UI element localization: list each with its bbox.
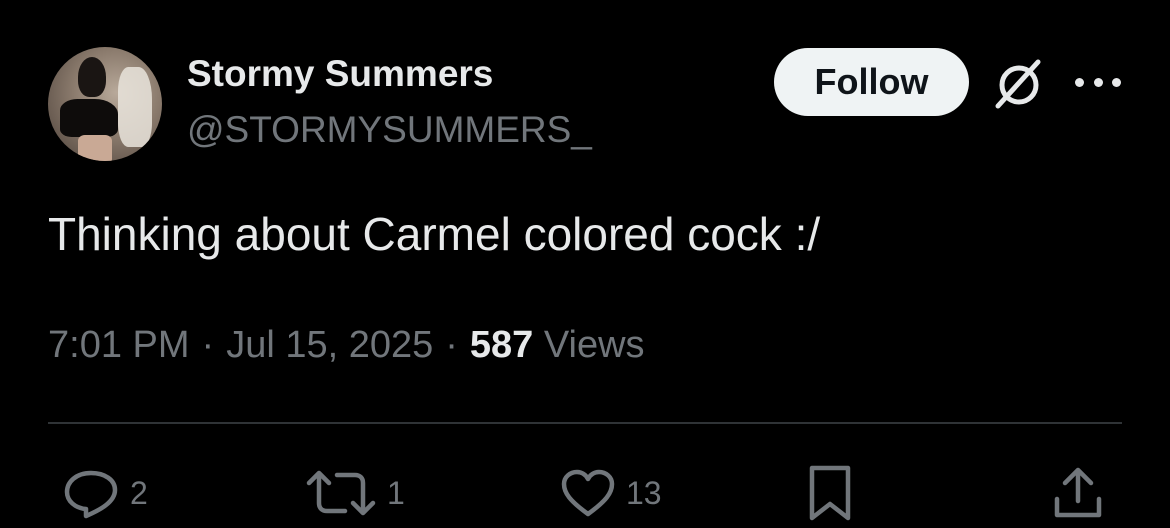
grok-icon[interactable] [990, 56, 1048, 110]
like-icon [561, 469, 615, 517]
avatar-figure-body [60, 99, 118, 137]
bookmark-button[interactable] [806, 462, 854, 524]
views-label[interactable]: Views [544, 324, 645, 366]
like-count: 13 [626, 474, 662, 511]
bookmark-icon [809, 465, 851, 521]
repost-count: 1 [387, 474, 405, 511]
dot [1075, 77, 1084, 87]
reply-button[interactable]: 2 [62, 462, 148, 524]
like-button[interactable]: 13 [560, 462, 662, 524]
follow-button[interactable]: Follow [774, 48, 969, 116]
avatar[interactable] [48, 47, 162, 161]
author-display-name[interactable]: Stormy Summers [187, 52, 493, 96]
repost-icon [306, 470, 376, 516]
share-icon [1054, 467, 1102, 518]
more-dots-icon[interactable] [1075, 62, 1121, 102]
views-count[interactable]: 587 [470, 324, 533, 366]
tweet-meta: 7:01 PM · Jul 15, 2025 · 587 Views [48, 322, 645, 368]
avatar-background-detail [118, 67, 152, 147]
dot [1093, 77, 1103, 87]
dot [1112, 77, 1121, 87]
author-handle[interactable]: @STORMYSUMMERS_ [187, 108, 592, 152]
avatar-figure-hair [78, 57, 106, 97]
reply-icon [64, 470, 118, 519]
tweet-date[interactable]: Jul 15, 2025 [226, 324, 433, 366]
tweet-text: Thinking about Carmel colored cock :/ [48, 208, 821, 260]
repost-button[interactable]: 1 [305, 462, 405, 524]
meta-separator: · [201, 324, 215, 366]
divider [48, 422, 1122, 424]
tweet-time[interactable]: 7:01 PM [48, 324, 190, 366]
meta-separator: · [445, 324, 458, 366]
reply-count: 2 [130, 474, 148, 511]
avatar-figure-legs [78, 135, 112, 161]
share-button[interactable] [1052, 462, 1104, 524]
